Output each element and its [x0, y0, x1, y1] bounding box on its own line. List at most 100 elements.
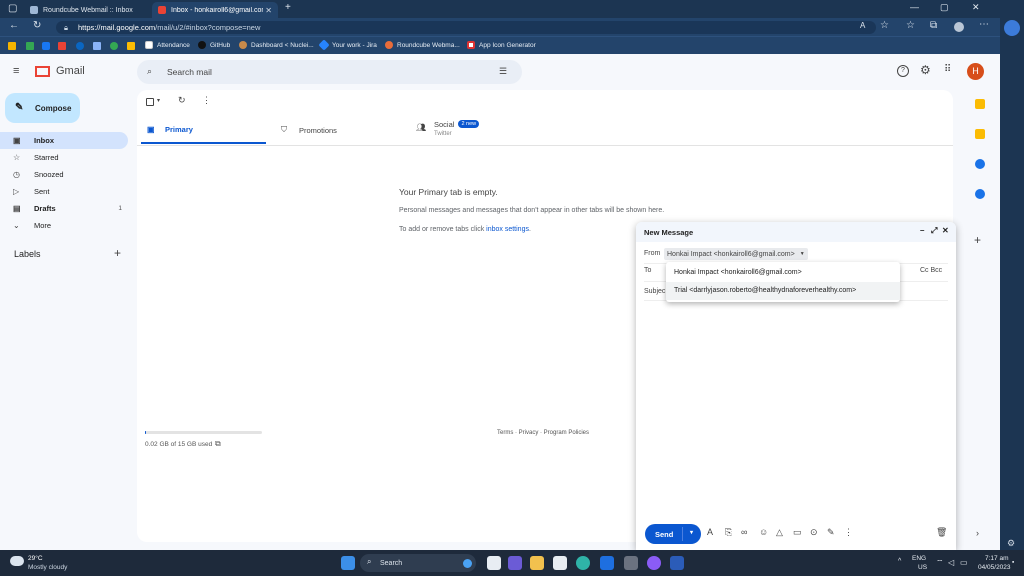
- drive-icon[interactable]: △: [776, 527, 783, 538]
- fullscreen-icon[interactable]: ⤢: [931, 226, 937, 236]
- profile-avatar[interactable]: [954, 22, 964, 32]
- add-addon-icon[interactable]: +: [974, 233, 981, 247]
- bookmark-github[interactable]: GitHub: [198, 41, 230, 49]
- compose-header[interactable]: New Message – ⤢ ✕: [636, 222, 956, 242]
- subject-field[interactable]: Subjec: [644, 288, 665, 295]
- bookmark-icon[interactable]: [93, 42, 101, 50]
- battery-icon[interactable]: ▭: [960, 558, 968, 567]
- from-select[interactable]: Honkai Impact <honkairoll6@gmail.com> ▼: [664, 248, 808, 260]
- tab-promotions[interactable]: ⛉ Promotions: [277, 116, 402, 144]
- close-window-icon[interactable]: ✕: [972, 2, 980, 13]
- calendar-icon[interactable]: [975, 99, 985, 109]
- nav-item-inbox[interactable]: ▣ Inbox: [0, 132, 128, 149]
- word-icon[interactable]: [670, 556, 684, 570]
- more-compose-options-icon[interactable]: ⋮: [844, 527, 853, 538]
- bookmark-attendance[interactable]: Attendance: [145, 41, 190, 49]
- tasks-icon[interactable]: [975, 159, 985, 169]
- wifi-icon[interactable]: ⌔: [936, 558, 944, 568]
- tab-primary[interactable]: ▣ Primary: [141, 116, 266, 144]
- maximize-icon[interactable]: ▢: [940, 2, 949, 13]
- bookmark-roundcube[interactable]: Roundcube Webma...: [385, 41, 460, 49]
- more-options-icon[interactable]: ⋮: [202, 95, 211, 106]
- tab-roundcube[interactable]: Roundcube Webmail :: Inbox ✕: [24, 2, 168, 18]
- tab-gmail[interactable]: Inbox - honkairoll6@gmail.com ✕: [152, 2, 278, 18]
- collections-icon[interactable]: ⧉: [930, 20, 937, 31]
- discard-draft-icon[interactable]: 🗑︎: [936, 527, 947, 538]
- nav-item-snoozed[interactable]: ◷ Snoozed: [0, 166, 128, 183]
- attach-icon[interactable]: ⎘: [725, 527, 732, 538]
- minimize-compose-icon[interactable]: –: [920, 226, 924, 235]
- tab-social[interactable]: 👥︎ Social 2 new Twitter: [412, 112, 537, 144]
- signature-icon[interactable]: ✎: [827, 527, 835, 538]
- sidebar-settings-icon[interactable]: ⚙: [1007, 538, 1015, 549]
- nav-item-drafts[interactable]: ▤ Drafts 1: [0, 200, 128, 217]
- confidential-icon[interactable]: ⊙: [810, 527, 818, 538]
- task-view-icon[interactable]: [487, 556, 501, 570]
- bookmark-icon[interactable]: [26, 42, 34, 50]
- help-icon[interactable]: ?: [897, 65, 909, 77]
- message-body[interactable]: [644, 304, 948, 514]
- cc-bcc-link[interactable]: Cc Bcc: [920, 267, 942, 274]
- open-storage-icon[interactable]: ⧉: [215, 439, 221, 449]
- bookmark-nuclei[interactable]: Dashboard < Nuclei...: [239, 41, 314, 49]
- close-tab-icon[interactable]: ✕: [265, 6, 272, 15]
- more-menu-icon[interactable]: ⋯: [979, 19, 989, 30]
- photo-icon[interactable]: ▭: [793, 527, 802, 538]
- from-option-highlighted[interactable]: Trial <darrlyjason.roberto@healthydnafor…: [666, 282, 900, 300]
- search-bar[interactable]: ⌕ Search mail ☰: [137, 60, 522, 84]
- expand-panel-icon[interactable]: ›: [976, 528, 979, 538]
- compose-button[interactable]: ✎ Compose: [5, 93, 80, 123]
- nav-item-sent[interactable]: ▷ Sent: [0, 183, 128, 200]
- messenger-icon[interactable]: [647, 556, 661, 570]
- app-icon[interactable]: [624, 556, 638, 570]
- favorite-star-icon[interactable]: ☆: [880, 20, 889, 31]
- nav-item-more[interactable]: ⌄ More: [0, 217, 128, 234]
- send-button[interactable]: Send ▾: [645, 524, 701, 544]
- volume-icon[interactable]: ◁: [948, 558, 954, 567]
- select-dropdown-icon[interactable]: ▾: [157, 97, 160, 104]
- apps-grid-icon[interactable]: ⠿: [944, 64, 951, 75]
- bookmark-app-icon-generator[interactable]: App Icon Generator: [467, 41, 536, 49]
- nav-item-starred[interactable]: ☆ Starred: [0, 149, 128, 166]
- taskbar-search[interactable]: ⌕ Search: [360, 554, 476, 572]
- bookmark-icon[interactable]: [8, 42, 16, 50]
- favorites-icon[interactable]: ☆: [906, 20, 915, 31]
- bookmark-icon[interactable]: [127, 42, 135, 50]
- bookmark-jira[interactable]: Your work - Jira: [318, 39, 377, 51]
- weather-icon[interactable]: [10, 556, 24, 566]
- main-menu-icon[interactable]: ≡: [13, 65, 19, 77]
- send-options-icon[interactable]: ▾: [690, 529, 693, 536]
- search-icon[interactable]: ⌕: [147, 66, 152, 77]
- settings-icon[interactable]: ⚙: [920, 63, 931, 77]
- back-icon[interactable]: ←: [9, 20, 19, 31]
- refresh-icon[interactable]: ↻: [33, 20, 41, 31]
- clock-time[interactable]: 7:17 am: [985, 555, 1009, 562]
- tab-actions-icon[interactable]: ▢: [8, 3, 17, 14]
- notifications-icon[interactable]: ▪: [1012, 559, 1014, 566]
- formatting-icon[interactable]: A: [707, 527, 713, 537]
- start-icon[interactable]: [341, 556, 355, 570]
- bookmark-icon[interactable]: [110, 42, 118, 50]
- search-input[interactable]: Search mail: [167, 67, 212, 77]
- keep-icon[interactable]: [975, 129, 985, 139]
- edge-icon[interactable]: [576, 556, 590, 570]
- read-aloud-icon[interactable]: A: [860, 21, 865, 30]
- file-explorer-icon[interactable]: [530, 556, 544, 570]
- bing-chat-icon[interactable]: [1004, 20, 1020, 36]
- footer-links[interactable]: Terms · Privacy · Program Policies: [497, 430, 589, 436]
- link-icon[interactable]: ∞: [741, 527, 747, 537]
- contacts-icon[interactable]: [975, 189, 985, 199]
- dropbox-icon[interactable]: [600, 556, 614, 570]
- refresh-mail-icon[interactable]: ↻: [178, 95, 186, 106]
- store-icon[interactable]: [553, 556, 567, 570]
- account-avatar[interactable]: H: [967, 63, 984, 80]
- gmail-bookmark-icon[interactable]: [58, 42, 66, 50]
- select-all-checkbox[interactable]: [146, 98, 154, 106]
- emoji-icon[interactable]: ☺: [759, 527, 768, 537]
- new-tab-button[interactable]: +: [285, 2, 291, 13]
- search-options-icon[interactable]: ☰: [499, 66, 507, 77]
- bookmark-icon[interactable]: [76, 42, 84, 50]
- add-label-icon[interactable]: +: [114, 246, 121, 260]
- facebook-icon[interactable]: [42, 42, 50, 50]
- minimize-icon[interactable]: —: [910, 2, 919, 12]
